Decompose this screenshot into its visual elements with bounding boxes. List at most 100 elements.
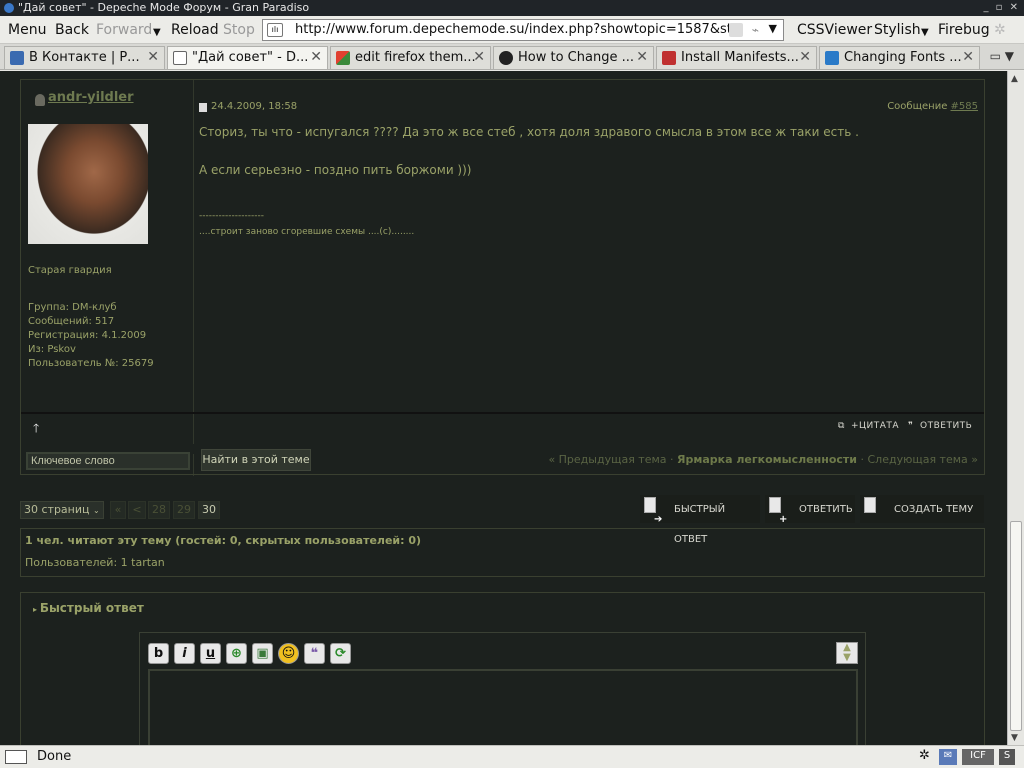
navigation-toolbar: Menu Back Forward ▼ Reload Stop ılı http…	[0, 16, 1024, 44]
expand-triangle-icon: ▸	[33, 605, 40, 614]
post-number-link[interactable]: #585	[951, 101, 978, 112]
search-in-topic-button[interactable]: Найти в этой теме	[201, 449, 311, 471]
vk-icon	[10, 51, 24, 65]
firebug-bug-icon[interactable]: ✲	[919, 749, 930, 765]
user-number: Пользователь №: 25679	[28, 358, 154, 369]
close-tab-icon[interactable]: ✕	[636, 47, 648, 68]
stylish-dropdown-icon[interactable]: ▼	[921, 24, 929, 42]
close-tab-icon[interactable]: ✕	[473, 47, 485, 68]
firebug-button[interactable]: Firebug	[938, 21, 990, 39]
readers-count: 1 чел. читают эту тему (гостей: 0, скрыт…	[25, 534, 422, 547]
pages-select[interactable]: 30 страниц ⌄	[20, 501, 104, 519]
close-tab-icon[interactable]: ✕	[147, 47, 159, 68]
close-tab-icon[interactable]: ✕	[799, 47, 811, 68]
first-page-button[interactable]: «	[110, 501, 126, 519]
site-identity-icon[interactable]: ılı	[267, 23, 283, 37]
back-to-top-icon[interactable]: 🡑	[33, 419, 43, 435]
page-28[interactable]: 28	[148, 501, 170, 519]
quick-reply-button[interactable]: ➔ БЫСТРЫЙ ОТВЕТ	[640, 495, 760, 545]
current-topic-link[interactable]: Ярмарка легкомысленности	[677, 453, 857, 466]
stylish-button[interactable]: Stylish	[874, 21, 921, 39]
stylish-status-icon[interactable]: S	[999, 749, 1015, 765]
quote-bubble-icon[interactable]: ❝	[304, 643, 325, 664]
tab-bar: В Контакте | Р... ✕ "Дай совет" - D... ✕…	[0, 44, 1024, 70]
quote-button[interactable]: +ЦИТАТА	[851, 421, 899, 431]
reply-quote-icon: ❞	[908, 421, 914, 431]
add-reply-button[interactable]: + ОТВЕТИТЬ	[765, 495, 855, 525]
tab-list-icon[interactable]: ▭ ▼	[990, 49, 1014, 63]
resize-editor-icon[interactable]: ▲ ▼	[836, 642, 858, 664]
scroll-up-icon[interactable]: ▲	[1011, 74, 1018, 84]
bookmark-icon[interactable]	[729, 23, 743, 37]
throbber-icon: ✲	[994, 22, 1006, 38]
insert-image-icon[interactable]: ▣	[252, 643, 273, 664]
topic-navigation: « Предыдущая тема · Ярмарка легкомысленн…	[548, 453, 978, 466]
vertical-scrollbar[interactable]: ▲ ▼	[1007, 71, 1024, 745]
url-dropdown-icon[interactable]: ▼	[769, 22, 777, 35]
menu-button[interactable]: Menu	[8, 21, 46, 39]
scroll-down-icon[interactable]: ▼	[1011, 733, 1018, 743]
close-tab-icon[interactable]: ✕	[310, 47, 322, 68]
prev-page-button[interactable]: <	[128, 501, 146, 519]
underline-button[interactable]: u	[200, 643, 221, 664]
tab-install-manifests[interactable]: Install Manifests... ✕	[656, 46, 817, 69]
next-topic-link[interactable]: · Следующая тема »	[857, 453, 978, 466]
tab-google[interactable]: edit firefox them... ✕	[330, 46, 491, 69]
document-icon	[864, 497, 876, 513]
avatar	[28, 124, 148, 244]
post-author-link[interactable]: andr-yildler	[48, 90, 134, 105]
emoticon-icon[interactable]: ☺	[278, 643, 299, 664]
status-text: Done	[37, 749, 72, 764]
site-icon	[825, 51, 839, 65]
tab-how-to-change[interactable]: How to Change ... ✕	[493, 46, 654, 69]
forum-icon	[173, 51, 187, 65]
url-bar[interactable]: ılı http://www.forum.depechemode.su/inde…	[262, 19, 784, 41]
reader-user-link[interactable]: 1 tartan	[121, 556, 165, 569]
forward-button[interactable]: Forward	[96, 21, 152, 39]
signature-separator: --------------------	[199, 211, 264, 221]
feed-icon[interactable]: ⌁	[752, 23, 759, 37]
post-number: Сообщение #585	[887, 101, 978, 112]
new-topic-button[interactable]: СОЗДАТЬ ТЕМУ	[860, 495, 984, 523]
site-icon	[662, 51, 676, 65]
cssviewer-button[interactable]: CSSViewer	[797, 21, 872, 39]
quick-reply-title[interactable]: ▸ Быстрый ответ	[33, 601, 144, 615]
mail-icon[interactable]: ✉	[939, 749, 957, 765]
post-date-icon	[199, 103, 207, 112]
signature: ....строит заново сгоревшие схемы ....(с…	[199, 227, 415, 237]
window-title-bar: "Дай совет" - Depeche Mode Форум - Gran …	[0, 0, 1024, 16]
url-text[interactable]: http://www.forum.depechemode.su/index.ph…	[295, 22, 743, 37]
user-location: Из: Pskov	[28, 344, 76, 355]
status-bar: Done ✲ ✉ ICF S	[0, 745, 1024, 768]
reload-button[interactable]: Reload	[171, 21, 219, 39]
tab-vkontakte[interactable]: В Контакте | Р... ✕	[4, 46, 165, 69]
chevron-down-icon: ⌄	[93, 506, 100, 515]
close-tab-icon[interactable]: ✕	[962, 47, 974, 68]
prev-topic-link[interactable]: « Предыдущая тема ·	[548, 453, 677, 466]
spellcheck-icon[interactable]: ⟳	[330, 643, 351, 664]
page-30-current[interactable]: 30	[198, 501, 220, 519]
insert-link-icon[interactable]: ⊕	[226, 643, 247, 664]
forward-dropdown-icon[interactable]: ▼	[153, 24, 161, 42]
icf-badge[interactable]: ICF	[962, 749, 994, 765]
stop-button[interactable]: Stop	[223, 21, 255, 39]
browser-icon	[4, 3, 14, 13]
italic-button[interactable]: i	[174, 643, 195, 664]
reply-textarea[interactable]	[148, 669, 858, 745]
tab-current-forum[interactable]: "Дай совет" - D... ✕	[167, 46, 328, 69]
keyword-input[interactable]	[26, 452, 190, 470]
scrollbar-thumb[interactable]	[1010, 521, 1022, 731]
post-text-line2: А если серьезно - поздно пить боржоми ))…	[199, 163, 472, 177]
user-rank: Старая гвардия	[28, 265, 112, 276]
reply-button[interactable]: ОТВЕТИТЬ	[920, 421, 972, 431]
window-title: "Дай совет" - Depeche Mode Форум - Gran …	[18, 1, 310, 14]
user-post-count: Сообщений: 517	[28, 316, 115, 327]
footer-divider	[193, 414, 194, 444]
bold-button[interactable]: b	[148, 643, 169, 664]
back-button[interactable]: Back	[55, 21, 89, 39]
reply-editor: b i u ⊕ ▣ ☺ ❝ ⟳ ▲ ▼	[139, 632, 866, 745]
window-controls[interactable]: _ ▫ ✕	[983, 0, 1020, 16]
tab-changing-fonts[interactable]: Changing Fonts ... ✕	[819, 46, 980, 69]
page-29[interactable]: 29	[173, 501, 195, 519]
user-registered: Регистрация: 4.1.2009	[28, 330, 147, 341]
